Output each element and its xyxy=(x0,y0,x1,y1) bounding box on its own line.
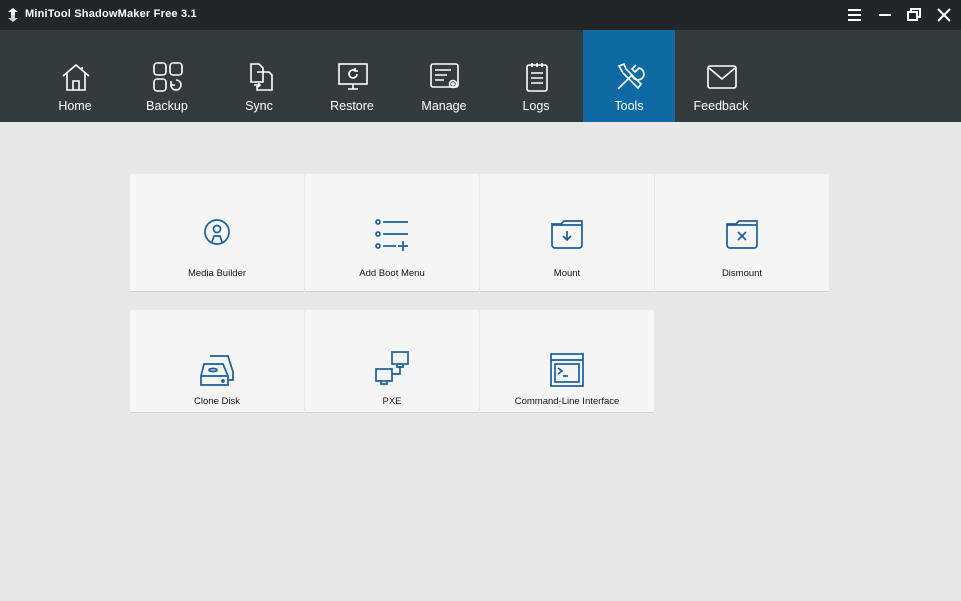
restore-icon xyxy=(338,63,368,90)
tile-label: Dismount xyxy=(721,268,763,279)
home-icon xyxy=(62,63,90,91)
dismount-icon xyxy=(726,220,758,249)
tool-add-boot-menu[interactable]: Add Boot Menu xyxy=(305,174,479,292)
media-builder-icon xyxy=(204,219,230,245)
add-boot-menu-icon xyxy=(375,219,408,251)
tile-label: Mount xyxy=(553,268,581,279)
nav-restore[interactable]: Restore xyxy=(306,30,398,122)
title-bar: MiniTool ShadowMaker Free 3.1 xyxy=(0,0,961,30)
nav-tools[interactable]: Tools xyxy=(583,30,675,122)
sync-icon xyxy=(250,63,273,91)
nav-home[interactable]: Home xyxy=(29,30,121,122)
nav-label: Backup xyxy=(146,99,188,113)
nav-label: Tools xyxy=(614,99,644,113)
tile-label: PXE xyxy=(382,396,402,407)
manage-icon xyxy=(430,63,459,89)
nav-label: Feedback xyxy=(693,99,749,113)
command-line-icon xyxy=(550,353,584,387)
logs-icon xyxy=(526,63,548,92)
tool-command-line-interface[interactable]: Command-Line Interface xyxy=(480,310,654,413)
main-nav: Home Backup Sync Restore Manage Logs Too… xyxy=(0,30,961,122)
clone-disk-icon xyxy=(200,355,234,386)
nav-label: Restore xyxy=(330,99,374,113)
feedback-icon xyxy=(707,65,737,89)
tool-dismount[interactable]: Dismount xyxy=(655,174,829,292)
mount-icon xyxy=(551,220,583,249)
minimize-icon[interactable] xyxy=(875,5,895,25)
window-title: MiniTool ShadowMaker Free 3.1 xyxy=(25,8,197,20)
backup-icon xyxy=(153,62,183,92)
tile-label: Command-Line Interface xyxy=(514,396,620,407)
tile-label: Add Boot Menu xyxy=(359,268,425,279)
close-icon[interactable] xyxy=(934,5,954,25)
nav-label: Logs xyxy=(522,99,550,113)
pxe-icon xyxy=(375,351,409,385)
nav-logs[interactable]: Logs xyxy=(490,30,582,122)
nav-label: Sync xyxy=(245,99,273,113)
nav-label: Manage xyxy=(421,99,467,113)
tools-icon xyxy=(617,62,645,90)
tile-label: Clone Disk xyxy=(194,396,240,407)
tool-mount[interactable]: Mount xyxy=(480,174,654,292)
nav-backup[interactable]: Backup xyxy=(121,30,213,122)
restore-window-icon[interactable] xyxy=(904,5,924,25)
nav-label: Home xyxy=(58,99,92,113)
menu-icon[interactable] xyxy=(845,5,865,25)
app-logo-icon xyxy=(8,8,18,22)
tool-media-builder[interactable]: Media Builder xyxy=(130,174,304,292)
tool-clone-disk[interactable]: Clone Disk xyxy=(130,310,304,413)
nav-feedback[interactable]: Feedback xyxy=(675,30,767,122)
nav-manage[interactable]: Manage xyxy=(398,30,490,122)
tool-pxe[interactable]: PXE xyxy=(305,310,479,413)
tile-label: Media Builder xyxy=(187,268,247,279)
nav-sync[interactable]: Sync xyxy=(213,30,305,122)
